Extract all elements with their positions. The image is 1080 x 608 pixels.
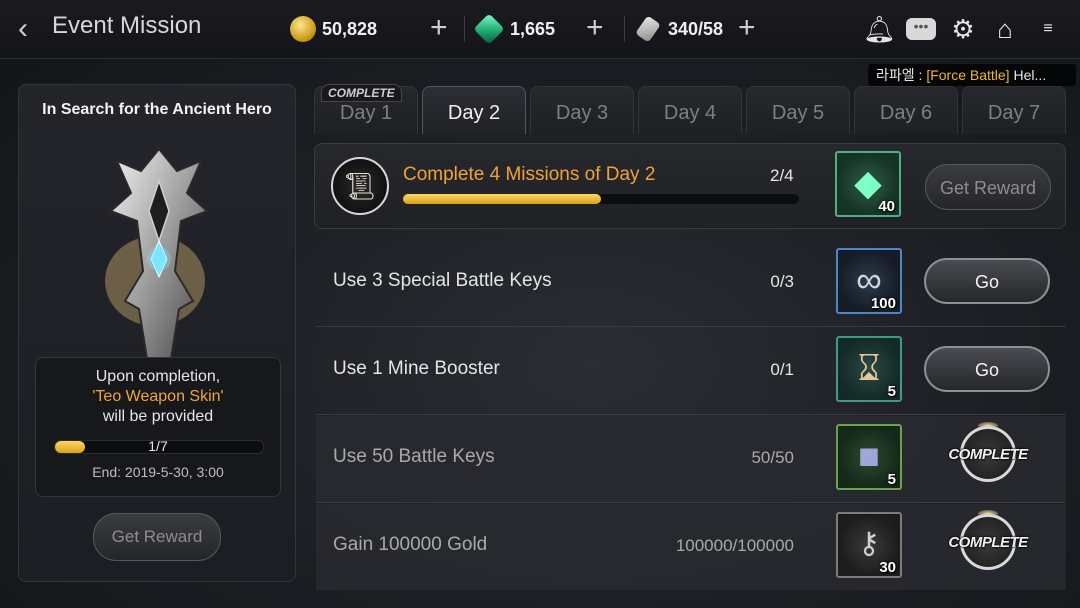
event-reward-panel: In Search for the Ancient Hero Upon comp… (18, 84, 296, 582)
reward-item[interactable]: ⌛︎ 5 (836, 336, 902, 402)
mission-label: Use 3 Special Battle Keys (333, 270, 552, 291)
provided-text: will be provided (102, 408, 214, 425)
reward-item[interactable]: ∞ 100 (836, 248, 902, 314)
reward-quantity: 5 (887, 383, 896, 400)
complete-stamp: COMPLETE (946, 422, 1030, 496)
add-gem-button[interactable]: + (586, 12, 604, 44)
event-get-reward-button[interactable]: Get Reward (93, 513, 221, 561)
reward-quantity: 5 (887, 471, 896, 488)
page-title: Event Mission (52, 12, 202, 39)
tab-day-7[interactable]: Day 7 (962, 86, 1066, 134)
reward-quantity: 30 (879, 559, 896, 576)
tab-day-1[interactable]: Day 1 COMPLETE (314, 84, 418, 134)
mission-count: 2/4 (770, 166, 794, 185)
tab-day-3[interactable]: Day 3 (530, 86, 634, 134)
completion-text: Upon completion, (95, 368, 221, 385)
reward-item[interactable]: ◆ 40 (835, 151, 901, 217)
mission-label: Complete 4 Missions of Day 2 (403, 164, 656, 185)
scroll-icon: 📜︎ (331, 157, 389, 215)
go-button[interactable]: Go (924, 258, 1050, 304)
complete-badge: COMPLETE (321, 84, 402, 102)
mission-row: Use 3 Special Battle Keys 0/3 ∞ 100 Go (316, 240, 1066, 327)
gem-currency: 1,665 (473, 12, 556, 46)
bell-icon[interactable]: 🔔︎ (863, 13, 896, 45)
gear-icon[interactable]: ⚙ (947, 13, 979, 45)
tab-day-6[interactable]: Day 6 (854, 86, 958, 134)
event-progress-count: 1/7 (148, 438, 168, 454)
event-title: In Search for the Ancient Hero (42, 101, 272, 118)
key-currency: 340/58 (635, 12, 724, 46)
mission-count: 50/50 (751, 448, 794, 467)
reward-info-box: Upon completion, 'Teo Weapon Skin' will … (35, 357, 281, 497)
reward-name: 'Teo Weapon Skin' (92, 388, 224, 405)
complete-stamp: COMPLETE (946, 510, 1030, 584)
mission-progress-bar (403, 194, 799, 204)
key-amount: 340/58 (668, 18, 724, 39)
divider (624, 16, 625, 42)
back-arrow-icon[interactable]: ‹ (18, 12, 48, 46)
mission-row: Use 1 Mine Booster 0/1 ⌛︎ 5 Go (316, 328, 1066, 415)
home-icon[interactable]: ⌂ (989, 13, 1021, 45)
mission-count: 100000/100000 (675, 536, 794, 555)
top-bar: ‹ Event Mission 50,828 + 1,665 + 340/58 … (0, 0, 1080, 59)
wifi-battery-icon: ≡ (1043, 20, 1053, 37)
tab-day-2[interactable]: Day 2 (422, 86, 526, 134)
reward-quantity: 40 (878, 198, 895, 215)
gem-icon (473, 13, 505, 45)
mission-label: Gain 100000 Gold (333, 534, 488, 555)
tab-day-4[interactable]: Day 4 (638, 86, 742, 134)
chat-icon[interactable]: ••• (906, 18, 936, 40)
mission-row: Use 50 Battle Keys 50/50 ■ 5 COMPLETE (316, 416, 1066, 503)
gold-coin-icon (290, 16, 316, 42)
tab-day-5[interactable]: Day 5 (746, 86, 850, 134)
mission-count: 0/3 (770, 272, 794, 291)
event-end-date: End: 2019-5-30, 3:00 (92, 464, 224, 480)
day-tabs: Day 1 COMPLETE Day 2 Day 3 Day 4 Day 5 D… (314, 84, 1072, 136)
day-completion-mission: 📜︎ Complete 4 Missions of Day 2 2/4 ◆ 40… (314, 143, 1066, 229)
add-key-button[interactable]: + (738, 12, 756, 44)
chat-notice[interactable]: 라파엘 : [Force Battle] Hel... (868, 64, 1076, 86)
go-button[interactable]: Go (924, 346, 1050, 392)
weapon-skin-image (89, 141, 229, 381)
mission-label: Use 50 Battle Keys (333, 446, 495, 467)
reward-quantity: 100 (870, 295, 896, 312)
gem-amount: 1,665 (510, 18, 556, 39)
reward-item[interactable]: ⚷ 30 (836, 512, 902, 578)
reward-item[interactable]: ■ 5 (836, 424, 902, 490)
gold-currency: 50,828 (290, 12, 377, 46)
mission-count: 0/1 (770, 360, 794, 379)
gold-amount: 50,828 (322, 18, 378, 39)
mission-row: Gain 100000 Gold 100000/100000 ⚷ 30 COMP… (316, 504, 1066, 590)
add-gold-button[interactable]: + (430, 12, 448, 44)
mission-label: Use 1 Mine Booster (333, 358, 500, 379)
get-reward-button[interactable]: Get Reward (925, 164, 1051, 210)
divider (464, 16, 465, 42)
battle-key-icon (635, 15, 661, 43)
